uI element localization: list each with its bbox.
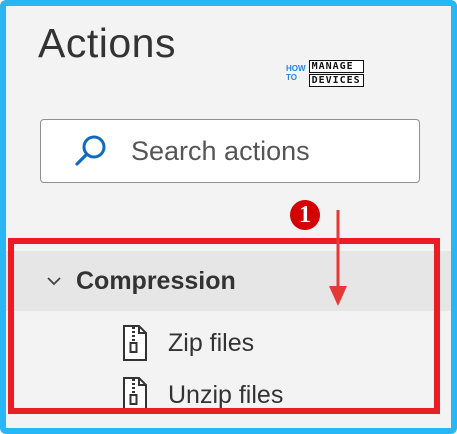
tree-item-label: Unzip files: [168, 380, 284, 409]
howtomanagedevices-logo: HOW TO MANAGE DEVICES: [286, 59, 364, 87]
tree-group-label: Compression: [76, 266, 236, 295]
arrow-down-icon: [329, 210, 347, 306]
search-actions-input[interactable]: Search actions: [40, 119, 420, 183]
logo-manage-devices: MANAGE DEVICES: [308, 59, 364, 87]
tree-item-unzip-files[interactable]: Unzip files: [6, 369, 451, 421]
tree-item-zip-files[interactable]: Zip files: [6, 317, 451, 369]
search-icon: [75, 135, 106, 166]
zip-file-icon: [123, 377, 147, 413]
chevron-down-icon: [47, 277, 61, 286]
panel-title: Actions: [38, 20, 176, 66]
tree-item-label: Zip files: [168, 328, 255, 357]
action-tree: Compression Zip files Unzip files: [6, 243, 451, 423]
logo-howto: HOW TO: [286, 64, 306, 82]
actions-panel: Actions HOW TO MANAGE DEVICES Search act…: [0, 0, 457, 434]
tree-group-compression[interactable]: Compression: [6, 251, 451, 311]
search-placeholder: Search actions: [131, 135, 310, 166]
zip-file-icon: [123, 325, 147, 361]
step-number-badge: 1: [290, 200, 320, 230]
